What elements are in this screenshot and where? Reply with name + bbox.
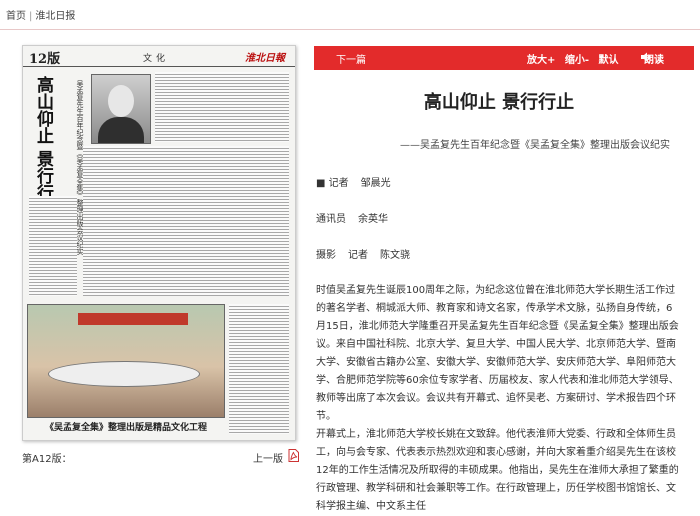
portrait-body <box>98 117 144 143</box>
photo-caption: 《吴孟复全集》整理出版是精品文化工程 <box>45 423 208 433</box>
paper-header: 12版 文化 淮北日報 <box>23 46 295 67</box>
breadcrumb-current[interactable]: 淮北日报 <box>35 11 75 22</box>
top-bar: 首页 | 淮北日报 <box>0 0 700 30</box>
font-tools: 放大+ 缩小- 默认 朗读 <box>521 51 664 66</box>
photo-label: 摄影 <box>316 250 336 261</box>
article-subtitle: ——吴孟复先生百年纪念暨《吴孟复全集》整理出版会议纪实 <box>400 140 670 151</box>
newspaper-page-thumbnail[interactable]: 12版 文化 淮北日報 高山仰止 景行行止 吴孟复先生百年纪念暨《吴孟复全集》整… <box>22 45 296 441</box>
meeting-banner <box>78 313 188 325</box>
correspondent-name: 余英华 <box>358 214 388 225</box>
reporter-line: ■ 记者 邹晨光 <box>316 174 391 189</box>
breadcrumb: 首页 | 淮北日报 <box>6 7 75 22</box>
paper-section-name: 文化 <box>143 54 170 64</box>
article-title: 高山仰止 景行行止 <box>423 92 575 113</box>
paper-text-block <box>229 304 289 434</box>
default-size-button[interactable]: 默认 <box>599 55 619 66</box>
article-paragraph: 时值吴孟复先生诞辰100周年之际，为纪念这位曾在淮北师范大学长期生活工作过的著名… <box>316 285 679 422</box>
photographer-name: 陈文骁 <box>380 250 410 261</box>
zoom-in-button[interactable]: 放大+ <box>527 55 555 66</box>
next-article-link[interactable]: 下一篇 <box>336 51 366 66</box>
pdf-icon[interactable] <box>288 449 299 462</box>
top-divider <box>0 29 700 30</box>
article-toolbar: 下一篇 放大+ 缩小- 默认 朗读 <box>314 46 694 70</box>
paper-text-block <box>155 72 289 142</box>
photographer-line: 摄影 记者 陈文骁 <box>316 246 410 261</box>
paper-text-block <box>83 146 289 296</box>
meeting-photo[interactable] <box>27 304 225 418</box>
article-paragraph: 开幕式上，淮北师范大学校长姚在文致辞。他代表淮师大党委、行政和全体师生员工，向与… <box>316 429 679 512</box>
meeting-table <box>48 361 200 387</box>
read-aloud-button[interactable]: 朗读 <box>644 55 664 66</box>
paper-text-block <box>29 196 77 296</box>
paper-page-number: 12版 <box>29 52 61 67</box>
breadcrumb-home[interactable]: 首页 <box>6 11 26 22</box>
paper-masthead: 淮北日報 <box>245 53 285 64</box>
correspondent-line: 通讯员 余英华 <box>316 210 388 225</box>
edition-label: 第A12版： <box>22 454 72 465</box>
reporter-label: ■ 记者 <box>316 178 349 189</box>
correspondent-label: 通讯员 <box>316 214 346 225</box>
portrait-face <box>108 85 134 117</box>
photo-reporter-label: 记者 <box>348 250 368 261</box>
portrait-photo[interactable] <box>91 74 151 144</box>
reporter-name: 邹晨光 <box>360 178 391 189</box>
breadcrumb-separator: | <box>29 11 33 22</box>
prev-page-link[interactable]: 上一版 <box>253 450 283 465</box>
zoom-out-button[interactable]: 缩小- <box>565 55 589 66</box>
